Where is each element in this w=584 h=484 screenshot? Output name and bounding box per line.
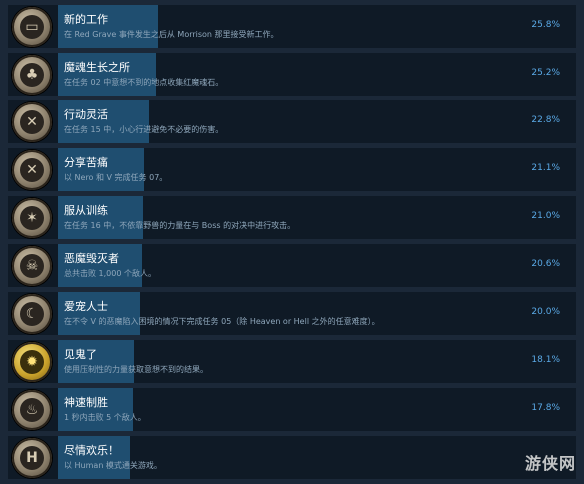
achievement-content: 见鬼了使用压制性的力量获取意想不到的结果。 18.1% (58, 340, 576, 383)
achievement-row[interactable]: ✕ 行动灵活在任务 15 中，小心行进避免不必要的伤害。 22.8% (8, 100, 576, 143)
achievement-icon-glyph: ✶ (20, 205, 44, 230)
achievement-title: 新的工作 (64, 13, 108, 26)
achievement-row[interactable]: ✕ 分享苦痛以 Nero 和 V 完成任务 07。 21.1% (8, 148, 576, 191)
achievement-description: 总共击败 1,000 个敌人。 (64, 269, 156, 278)
achievement-title: 分享苦痛 (64, 156, 108, 169)
achievement-row[interactable]: ♨ 神速制胜 1 秒内击败 5 个敌人。 17.8% (8, 388, 576, 431)
tree-icon: ♣ (12, 54, 52, 95)
achievement-row[interactable]: ♣ 魔魂生长之所在任务 02 中意想不到的地点收集红魔魂石。 25.2% (8, 53, 576, 96)
achievement-row[interactable]: ✶ 服从训练在任务 16 中，不依靠野兽的力量在与 Boss 的对决中进行攻击。 2… (8, 196, 576, 239)
achievement-icon-glyph: ☠ (20, 253, 44, 278)
achievement-row[interactable]: H 尽情欢乐！ 以 Human 模式通关游戏。 (8, 436, 576, 479)
achievement-title: 见鬼了 (64, 348, 97, 361)
achievement-icon-glyph: ▭ (20, 14, 44, 39)
achievement-description: 使用压制性的力量获取意想不到的结果。 (64, 365, 208, 374)
achievement-content: 行动灵活在任务 15 中，小心行进避免不必要的伤害。 22.8% (58, 100, 576, 143)
achievement-description: 1 秒内击败 5 个敌人。 (64, 413, 146, 422)
achievement-title: 魔魂生长之所 (64, 61, 130, 74)
achievement-title: 神速制胜 (64, 396, 108, 409)
beast-icon: ✶ (12, 197, 52, 238)
achievement-title: 恶魔毁灭者 (64, 252, 119, 265)
achievement-description: 在 Red Grave 事件发生之后从 Morrison 那里接受新工作。 (64, 30, 279, 39)
achievement-row[interactable]: ✹ 见鬼了使用压制性的力量获取意想不到的结果。 18.1% (8, 340, 576, 383)
demon-skull-icon: ☠ (12, 245, 52, 286)
achievement-content: 服从训练在任务 16 中，不依靠野兽的力量在与 Boss 的对决中进行攻击。 21… (58, 196, 576, 239)
achievement-icon-glyph: ♣ (20, 62, 44, 87)
achievement-content: 神速制胜 1 秒内击败 5 个敌人。 17.8% (58, 388, 576, 431)
achievement-row[interactable]: ☠ 恶魔毁灭者总共击败 1,000 个敌人。 20.6% (8, 244, 576, 287)
achievement-description: 以 Human 模式通关游戏。 (64, 461, 162, 470)
achievement-content: 恶魔毁灭者总共击败 1,000 个敌人。 20.6% (58, 244, 576, 287)
achievement-description: 在任务 16 中，不依靠野兽的力量在与 Boss 的对决中进行攻击。 (64, 221, 296, 230)
achievement-description: 在任务 02 中意想不到的地点收集红魔魂石。 (64, 78, 224, 87)
achievement-title: 爱宠人士 (64, 300, 108, 313)
flame-icon: ♨ (12, 389, 52, 430)
achievement-icon-glyph: H (20, 445, 44, 470)
achievement-content: 爱宠人士在不令 V 的恶魔陷入困境的情况下完成任务 05（除 Heaven or… (58, 292, 576, 335)
achievement-content: 魔魂生长之所在任务 02 中意想不到的地点收集红魔魂石。 25.2% (58, 53, 576, 96)
achievement-icon-glyph: ☾ (20, 301, 44, 326)
achievement-title: 尽情欢乐！ (64, 444, 119, 457)
unlock-percentage: 22.8% (531, 115, 560, 125)
achievement-icon-glyph: ✕ (20, 109, 44, 134)
burst-icon: ✹ (12, 341, 52, 382)
achievement-content: 新的工作在 Red Grave 事件发生之后从 Morrison 那里接受新工作… (58, 5, 576, 48)
crossed-swords-icon: ✕ (12, 149, 52, 190)
achievement-title: 行动灵活 (64, 108, 108, 121)
unlock-percentage: 20.6% (531, 259, 560, 269)
achievement-description: 在不令 V 的恶魔陷入困境的情况下完成任务 05（除 Heaven or Hel… (64, 317, 380, 326)
achievement-icon-glyph: ✕ (20, 157, 44, 182)
achievement-row[interactable]: ▭ 新的工作在 Red Grave 事件发生之后从 Morrison 那里接受新工… (8, 5, 576, 48)
achievement-content: 分享苦痛以 Nero 和 V 完成任务 07。 21.1% (58, 148, 576, 191)
unlock-percentage: 25.2% (531, 68, 560, 78)
crescent-icon: ☾ (12, 293, 52, 334)
unlock-percentage: 20.0% (531, 307, 560, 317)
unlock-percentage: 21.1% (531, 163, 560, 173)
watermark-logo: 游侠网 (524, 454, 576, 473)
letter-h-icon: H (12, 437, 52, 478)
unlock-percentage: 17.8% (531, 403, 560, 413)
unlock-percentage: 21.0% (531, 211, 560, 221)
achievement-icon-glyph: ♨ (20, 397, 44, 422)
achievement-icon-glyph: ✹ (20, 349, 44, 374)
unlock-percentage: 18.1% (531, 355, 560, 365)
achievement-description: 以 Nero 和 V 完成任务 07。 (64, 173, 168, 182)
achievement-content: 尽情欢乐！ 以 Human 模式通关游戏。 (58, 436, 576, 479)
achievement-description: 在任务 15 中，小心行进避免不必要的伤害。 (64, 125, 224, 134)
unlock-percentage: 25.8% (531, 20, 560, 30)
card-icon: ▭ (12, 6, 52, 47)
crossed-blades-icon: ✕ (12, 101, 52, 142)
achievement-title: 服从训练 (64, 204, 108, 217)
achievement-row[interactable]: ☾ 爱宠人士在不令 V 的恶魔陷入困境的情况下完成任务 05（除 Heaven o… (8, 292, 576, 335)
achievement-list: ▭ 新的工作在 Red Grave 事件发生之后从 Morrison 那里接受新工… (0, 0, 584, 484)
